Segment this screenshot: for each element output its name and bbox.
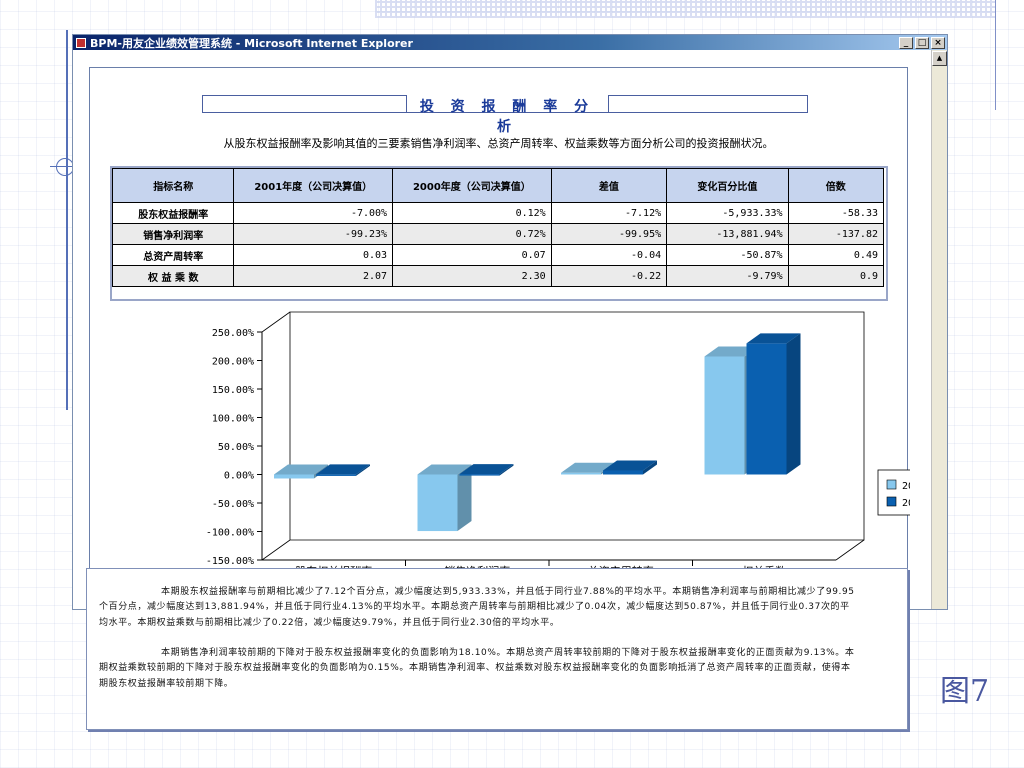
header-cell: 倍数 — [787, 168, 885, 203]
browser-window: BPM-用友企业绩效管理系统 - Microsoft Internet Expl… — [72, 34, 948, 610]
report-title: 投 资 报 酬 率 分 析 — [419, 99, 595, 135]
bar-front — [603, 470, 643, 475]
y-tick-label: -50.00% — [212, 499, 254, 510]
table-cell: -137.82 — [787, 223, 885, 245]
analysis-paragraph-2: 本期销售净利润率较前期的下降对于股东权益报酬率变化的负面影响为18.10%。本期… — [87, 646, 907, 692]
table-cell: -7.12% — [550, 202, 668, 224]
table-row: 权 益 乘 数 2.07 2.30 -0.22 -9.79% 0.9 — [111, 265, 885, 287]
analysis-text-1: 本期股东权益报酬率与前期相比减少了7.12个百分点，减少幅度达到5,933.33… — [99, 587, 855, 628]
table-cell: 0.9 — [787, 265, 885, 287]
app-icon — [76, 37, 86, 48]
ratio-table: 指标名称 2001年度（公司决算值） 2000年度（公司决算值） 差值 变化百分… — [111, 168, 885, 287]
legend-swatch — [886, 479, 897, 490]
slide-decor-top — [375, 0, 995, 18]
bar-chart: 250.00% 200.00% 150.00% 100.00% 50.00% 0.00% -… — [206, 311, 910, 578]
header-cell: 2000年度（公司决算值） — [392, 168, 552, 203]
y-tick-label: 250.00% — [212, 328, 254, 339]
legend-swatch — [886, 496, 897, 507]
table-cell: -99.23% — [233, 223, 394, 245]
window-title: BPM-用友企业绩效管理系统 - Microsoft Internet Expl… — [90, 36, 413, 50]
table-cell: 2.30 — [392, 265, 552, 287]
bar-front — [746, 343, 787, 475]
table-row: 销售净利润率 -99.23% 0.72% -99.95% -13,881.94%… — [111, 223, 885, 245]
slide-decor-line — [995, 0, 996, 110]
bar-front — [316, 474, 356, 476]
table-cell: 权 益 乘 数 — [111, 265, 235, 287]
table-cell: 0.72% — [392, 223, 552, 245]
vertical-scrollbar[interactable]: ▲ — [931, 50, 947, 609]
chart-floor-edge — [835, 539, 865, 561]
table-row: 总资产周转率 0.03 0.07 -0.04 -50.87% 0.49 — [111, 244, 885, 266]
bar-front — [274, 474, 314, 479]
table-cell: -5,933.33% — [666, 202, 789, 224]
title-frame-right — [608, 95, 808, 113]
table-cell: 0.49 — [787, 244, 885, 266]
header-cell: 差值 — [550, 168, 668, 203]
table-cell: 0.12% — [392, 202, 552, 224]
y-tick-label: -100.00% — [206, 528, 254, 539]
report-content: 投 资 报 酬 率 分 析 从股东权益报酬率及影响其值的三要素销售净利润率、总资… — [89, 67, 910, 609]
bar-side — [786, 333, 801, 475]
header-cell: 2001年度（公司决算值） — [233, 168, 394, 203]
table-cell: -0.04 — [550, 244, 668, 266]
table-cell: 股东权益报酬率 — [111, 202, 235, 224]
table-cell: 2.07 — [233, 265, 394, 287]
window-titlebar: BPM-用友企业绩效管理系统 - Microsoft Internet Expl… — [73, 35, 947, 50]
table-cell: -58.33 — [787, 202, 885, 224]
header-cell: 变化百分比值 — [666, 168, 789, 203]
table-cell: -9.79% — [666, 265, 789, 287]
report-title-row: 投 资 报 酬 率 分 析 — [202, 95, 808, 135]
slide-decor-left-line — [66, 30, 68, 410]
y-tick-label: 100.00% — [212, 414, 254, 425]
close-button[interactable]: × — [931, 36, 945, 49]
legend-label: 2001 — [902, 481, 910, 492]
analysis-paragraph-1: 本期股东权益报酬率与前期相比减少了7.12个百分点，减少幅度达到5,933.33… — [87, 585, 907, 631]
y-tick-label: 50.00% — [218, 442, 254, 453]
y-tick-label: -150.00% — [206, 556, 254, 567]
table-cell: 0.07 — [392, 244, 552, 266]
chart-wall-edge — [261, 311, 291, 333]
table-cell: -13,881.94% — [666, 223, 789, 245]
legend-label: 2000 — [902, 498, 910, 509]
table-header-row: 指标名称 2001年度（公司决算值） 2000年度（公司决算值） 差值 变化百分… — [111, 168, 885, 203]
bar-front — [561, 472, 601, 475]
title-frame-left — [202, 95, 407, 113]
table-cell: 总资产周转率 — [111, 244, 235, 266]
bar-front — [704, 356, 745, 475]
y-tick-label: 150.00% — [212, 385, 254, 396]
y-tick-label: 0.00% — [224, 471, 254, 482]
analysis-panel: 本期股东权益报酬率与前期相比减少了7.12个百分点，减少幅度达到5,933.33… — [86, 568, 908, 730]
table-row: 股东权益报酬率 -7.00% 0.12% -7.12% -5,933.33% -… — [111, 202, 885, 224]
table-cell: 0.03 — [233, 244, 394, 266]
y-tick-label: 200.00% — [212, 357, 254, 368]
table-cell: -50.87% — [666, 244, 789, 266]
maximize-button[interactable]: □ — [915, 36, 929, 49]
header-cell: 指标名称 — [111, 168, 235, 203]
table-cell: 销售净利润率 — [111, 223, 235, 245]
minimize-button[interactable]: _ — [899, 36, 913, 49]
table-cell: -0.22 — [550, 265, 668, 287]
table-cell: -99.95% — [550, 223, 668, 245]
bar-front — [417, 474, 458, 532]
chart-wall-edge — [261, 539, 291, 561]
table-cell: -7.00% — [233, 202, 394, 224]
bar-front — [459, 474, 500, 476]
figure-label: 图7 — [940, 674, 990, 709]
report-subtitle: 从股东权益报酬率及影响其值的三要素销售净利润率、总资产周转率、权益乘数等方面分析… — [223, 137, 774, 150]
analysis-text-2: 本期销售净利润率较前期的下降对于股东权益报酬率变化的负面影响为18.10%。本期… — [99, 648, 855, 689]
scroll-up-arrow-icon[interactable]: ▲ — [932, 51, 947, 66]
